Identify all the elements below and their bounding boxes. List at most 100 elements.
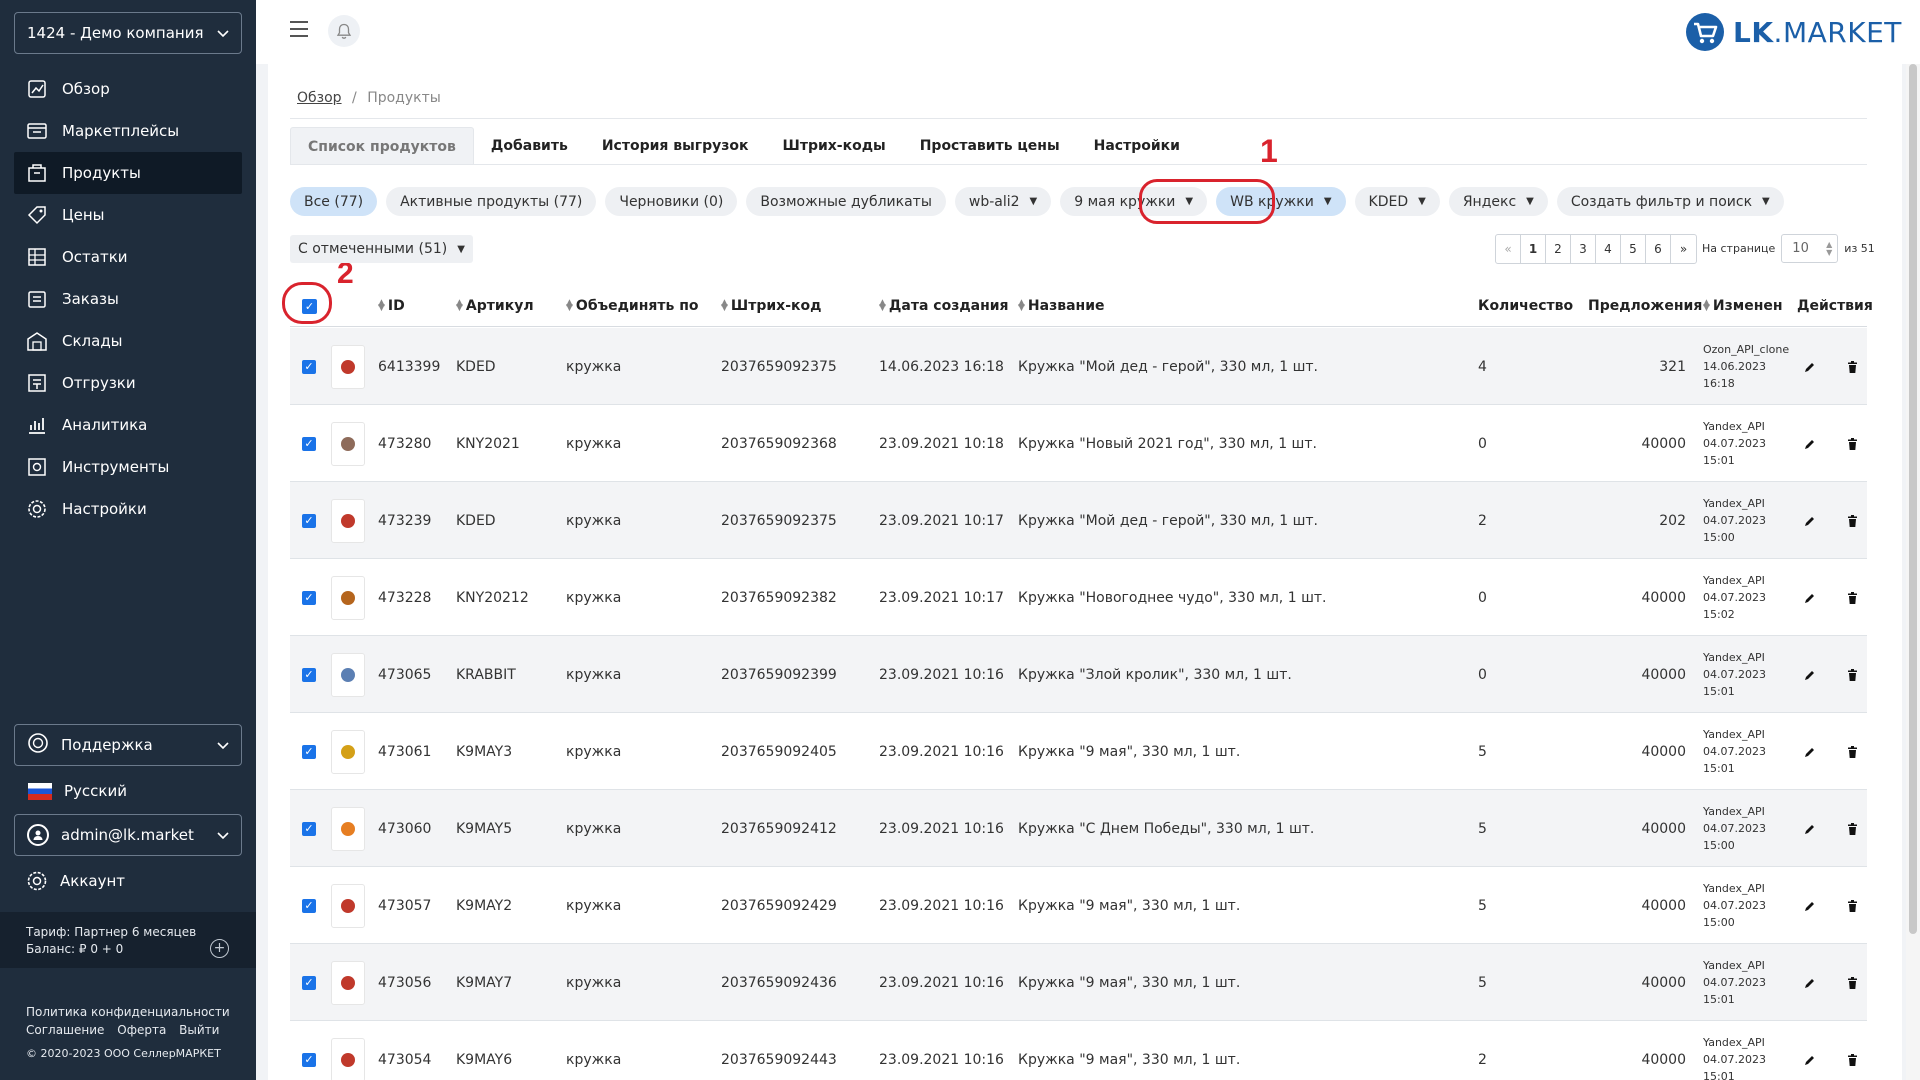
product-thumbnail[interactable] [331,636,365,713]
add-balance-icon[interactable]: + [210,939,229,958]
offer-link[interactable]: Оферта [117,1023,166,1037]
table-row[interactable]: ✓ 473056 K9MAY7 кружка 2037659092436 23.09.20… [290,944,1867,1021]
filter-chip-7[interactable]: KDED ▼ [1354,187,1440,216]
sidebar-item-4[interactable]: Остатки [14,236,242,278]
sidebar-item-2[interactable]: Продукты [14,152,242,194]
sidebar-item-5[interactable]: Заказы [14,278,242,320]
product-thumbnail[interactable] [331,790,365,867]
filter-chip-8[interactable]: Яндекс ▼ [1448,187,1548,216]
pager-page-4[interactable]: 4 [1596,235,1621,263]
sidebar-item-7[interactable]: Отгрузки [14,362,242,404]
col-created[interactable]: ▲ ▼ Дата создания [879,285,1009,327]
row-checkbox[interactable]: ✓ [302,559,316,636]
company-selector[interactable]: 1424 - Демо компания [14,12,242,54]
tab-5[interactable]: Настройки [1077,127,1197,165]
sidebar-item-6[interactable]: Склады [14,320,242,362]
col-id[interactable]: ▲ ▼ ID [378,285,405,327]
pager-next[interactable]: » [1671,235,1696,263]
cell-name[interactable]: Кружка "Мой дед - герой", 330 мл, 1 шт. [1018,328,1318,405]
col-name[interactable]: ▲ ▼ Название [1018,285,1105,327]
col-sku[interactable]: ▲ ▼ Артикул [456,285,534,327]
table-row[interactable]: ✓ 473060 K9MAY5 кружка 2037659092412 23.09.20… [290,790,1867,867]
sidebar-item-10[interactable]: Настройки [14,488,242,530]
pager-page-5[interactable]: 5 [1621,235,1646,263]
support-dropdown[interactable]: Поддержка [14,724,242,766]
scrollbar-thumb[interactable] [1909,64,1917,934]
table-row[interactable]: ✓ 473280 KNY2021 кружка 2037659092368 23.09.2… [290,405,1867,482]
logout-link[interactable]: Выйти [179,1023,219,1037]
pager-page-2[interactable]: 2 [1546,235,1571,263]
col-offers[interactable]: Предложения [1588,285,1702,327]
cell-name[interactable]: Кружка "Мой дед - герой", 330 мл, 1 шт. [1018,482,1318,559]
product-thumbnail[interactable] [331,559,365,636]
col-barcode[interactable]: ▲ ▼ Штрих-код [721,285,821,327]
sidebar-item-9[interactable]: Инструменты [14,446,242,488]
edit-icon[interactable] [1804,713,1816,790]
table-row[interactable]: ✓ 6413399 KDED кружка 2037659092375 14.06.202… [290,328,1867,405]
tab-3[interactable]: Штрих-коды [766,127,903,165]
row-checkbox[interactable]: ✓ [302,867,316,944]
delete-icon[interactable] [1847,867,1858,944]
edit-icon[interactable] [1804,482,1816,559]
breadcrumb-home[interactable]: Обзор [297,90,342,106]
delete-icon[interactable] [1847,1021,1858,1080]
privacy-link[interactable]: Политика конфиденциальности [26,1005,230,1019]
product-thumbnail[interactable] [331,405,365,482]
edit-icon[interactable] [1804,1021,1816,1080]
row-checkbox[interactable]: ✓ [302,1021,316,1080]
tab-1[interactable]: Добавить [474,127,585,165]
tab-2[interactable]: История выгрузок [585,127,766,165]
account-link[interactable]: Аккаунт [26,868,125,894]
row-checkbox[interactable]: ✓ [302,482,316,559]
delete-icon[interactable] [1847,713,1858,790]
table-row[interactable]: ✓ 473057 K9MAY2 кружка 2037659092429 23.09.20… [290,867,1867,944]
tab-4[interactable]: Проставить цены [903,127,1077,165]
cell-name[interactable]: Кружка "9 мая", 330 мл, 1 шт. [1018,1021,1240,1080]
cell-name[interactable]: Кружка "9 мая", 330 мл, 1 шт. [1018,867,1240,944]
sidebar-item-0[interactable]: Обзор [14,68,242,110]
select-all-checkbox[interactable]: ✓ [302,285,317,327]
edit-icon[interactable] [1804,405,1816,482]
edit-icon[interactable] [1804,559,1816,636]
sidebar-item-1[interactable]: Маркетплейсы [14,110,242,152]
cell-name[interactable]: Кружка "С Днем Победы", 330 мл, 1 шт. [1018,790,1314,867]
scrollbar[interactable] [1906,64,1920,1080]
row-checkbox[interactable]: ✓ [302,790,316,867]
cell-name[interactable]: Кружка "Новогоднее чудо", 330 мл, 1 шт. [1018,559,1327,636]
product-thumbnail[interactable] [331,713,365,790]
table-row[interactable]: ✓ 473228 KNY20212 кружка 2037659092382 23.09.… [290,559,1867,636]
stepper-icon[interactable]: ▲ ▼ [1826,240,1832,257]
filter-chip-9[interactable]: Создать фильтр и поиск ▼ [1556,187,1784,216]
product-thumbnail[interactable] [331,482,365,559]
bulk-action-dropdown[interactable]: С отмеченными (51) ▼ [290,235,473,263]
agreement-link[interactable]: Соглашение [26,1023,104,1037]
pager-page-3[interactable]: 3 [1571,235,1596,263]
lk-market-logo[interactable]: LK.MARKET [1685,12,1902,52]
col-group[interactable]: ▲ ▼ Объединять по [566,285,699,327]
edit-icon[interactable] [1804,944,1816,1021]
table-row[interactable]: ✓ 473061 K9MAY3 кружка 2037659092405 23.09.20… [290,713,1867,790]
user-menu[interactable]: admin@lk.market [14,814,242,856]
product-thumbnail[interactable] [331,328,365,405]
delete-icon[interactable] [1847,790,1858,867]
cell-name[interactable]: Кружка "9 мая", 330 мл, 1 шт. [1018,944,1240,1021]
delete-icon[interactable] [1847,328,1858,405]
language-selector[interactable]: Русский [28,778,127,804]
delete-icon[interactable] [1847,636,1858,713]
product-thumbnail[interactable] [331,944,365,1021]
col-qty[interactable]: Количество [1478,285,1573,327]
table-row[interactable]: ✓ 473239 KDED кружка 2037659092375 23.09.2021… [290,482,1867,559]
product-thumbnail[interactable] [331,1021,365,1080]
sidebar-item-3[interactable]: Цены [14,194,242,236]
table-row[interactable]: ✓ 473065 KRABBIT кружка 2037659092399 23.09.2… [290,636,1867,713]
row-checkbox[interactable]: ✓ [302,636,316,713]
row-checkbox[interactable]: ✓ [302,328,316,405]
product-thumbnail[interactable] [331,867,365,944]
tab-0[interactable]: Список продуктов [290,127,474,165]
filter-chip-0[interactable]: Все (77) [290,187,378,216]
delete-icon[interactable] [1847,405,1858,482]
row-checkbox[interactable]: ✓ [302,713,316,790]
pager-page-1[interactable]: 1 [1521,235,1546,263]
notifications-bell-icon[interactable] [328,15,360,47]
cell-name[interactable]: Кружка "9 мая", 330 мл, 1 шт. [1018,713,1240,790]
